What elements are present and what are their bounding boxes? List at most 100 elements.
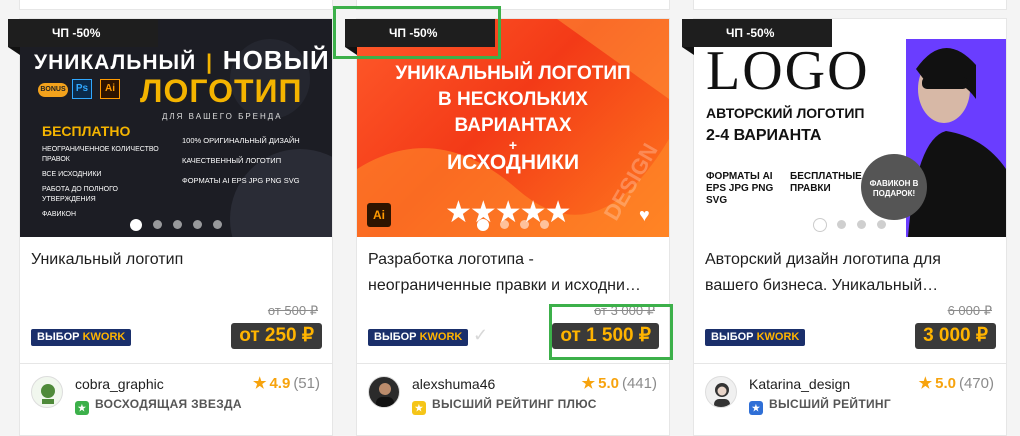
choice-brand: KWORK: [756, 331, 800, 343]
avatar[interactable]: [705, 376, 737, 408]
card-title-link[interactable]: Авторский дизайн логотипа для вашего биз…: [705, 247, 995, 299]
photoshop-icon: Ps: [72, 79, 92, 99]
previous-row-card-edge: [693, 0, 1007, 10]
rating-value: 5.0: [598, 375, 619, 392]
card-cover-image[interactable]: LOGO АВТОРСКИЙ ЛОГОТИП 2-4 ВАРИАНТА ФОРМ…: [694, 19, 1006, 237]
cover-text: БЕСПЛАТНЫЕ ПРАВКИ: [790, 171, 862, 194]
avatar[interactable]: [31, 376, 63, 408]
choice-label: ВЫБОР: [37, 331, 80, 343]
star-icon: ★: [253, 375, 267, 392]
reviews-count: (51): [293, 375, 320, 392]
seller-level: ★ ВЫСШИЙ РЕЙТИНГ: [749, 397, 891, 415]
divider: [694, 363, 1006, 364]
brand-mark-icon: ♥: [639, 205, 650, 225]
cover-text: УНИКАЛЬНЫЙ: [34, 51, 197, 74]
cover-text: РАБОТА ДО ПОЛНОГО УТВЕРЖДЕНИЯ: [42, 186, 118, 203]
reviews-count: (441): [621, 375, 657, 392]
cobra-avatar-icon: [41, 384, 55, 404]
kwork-choice-badge: ВЫБОР KWORK: [31, 329, 132, 346]
bonus-icon: BONUS: [38, 83, 68, 97]
card-title-link[interactable]: Разработка логотипа - неограниченные пра…: [368, 247, 658, 299]
discount-badge: ЧП -50%: [345, 19, 495, 55]
cover-text: ВСЕ ИСХОДНИКИ: [42, 171, 102, 178]
carousel-dot[interactable]: [193, 220, 202, 229]
choice-label: ВЫБОР: [374, 331, 417, 343]
kwork-card[interactable]: ЧП -50% УНИКАЛЬНЫЙ | НОВЫЙ BONUS Ps Ai Л…: [8, 18, 333, 436]
cover-text: ФАВИКОН: [42, 211, 77, 218]
choice-brand: KWORK: [419, 331, 463, 343]
cover-text: КАЧЕСТВЕННЫЙ ЛОГОТИП: [182, 156, 282, 165]
cover-text: ЛОГОТИП: [140, 73, 303, 109]
carousel-dot[interactable]: [173, 220, 182, 229]
carousel-dot[interactable]: [520, 220, 529, 229]
cover-text: ФАВИКОН В ПОДАРОК!: [869, 179, 919, 198]
previous-row-card-edge: [19, 0, 333, 10]
rating-value: 5.0: [935, 375, 956, 392]
star-icon: ★: [918, 375, 933, 392]
carousel-dot[interactable]: [814, 219, 826, 231]
carousel-dot[interactable]: [500, 220, 509, 229]
seller-level-label: ВЫСШИЙ РЕЙТИНГ ПЛЮС: [432, 397, 597, 411]
seller-username-link[interactable]: alexshuma46: [412, 376, 495, 392]
old-price: от 3 000 ₽: [594, 303, 655, 318]
cover-text: LOGO: [706, 40, 870, 102]
seller-rating: ★ 5.0 (441): [582, 374, 657, 392]
seller-rating: ★ 5.0 (470): [919, 374, 994, 392]
seller-level-label: ВЫСШИЙ РЕЙТИНГ: [769, 397, 891, 411]
illustrator-icon: Ai: [100, 79, 120, 99]
cover-text: 100% ОРИГИНАЛЬНЫЙ ДИЗАЙН: [182, 136, 300, 145]
divider: [20, 363, 332, 364]
carousel-dots[interactable]: [477, 219, 549, 231]
price: от 1 500 ₽: [552, 323, 659, 349]
cover-text: ДЛЯ ВАШЕГО БРЕНДА: [162, 112, 283, 121]
reviews-count: (470): [958, 375, 994, 392]
seller-username-link[interactable]: cobra_graphic: [75, 376, 164, 392]
seller-level: ★ ВОСХОДЯЩАЯ ЗВЕЗДА: [75, 397, 242, 415]
carousel-dot[interactable]: [540, 220, 549, 229]
star-icon: ★: [581, 375, 596, 392]
cover-text: 2-4 ВАРИАНТА: [706, 127, 822, 144]
card-title-link[interactable]: Уникальный логотип: [31, 247, 321, 299]
kwork-card[interactable]: ЧП -50% УНИКАЛЬНЫЙ ЛОГОТИП В НЕСКОЛЬКИХ …: [345, 18, 670, 436]
cover-text: БЕСПЛАТНО: [42, 123, 131, 139]
avatar[interactable]: [368, 376, 400, 408]
rating-value: 4.9: [269, 375, 291, 392]
seller-level-label: ВОСХОДЯЩАЯ ЗВЕЗДА: [95, 397, 242, 411]
choice-brand: KWORK: [82, 331, 126, 343]
rising-star-icon: ★: [75, 401, 89, 415]
seller-level: ★ ВЫСШИЙ РЕЙТИНГ ПЛЮС: [412, 397, 597, 415]
person-avatar-icon: [376, 383, 394, 407]
discount-badge: ЧП -50%: [682, 19, 832, 55]
cover-text: УНИКАЛЬНЫЙ ЛОГОТИП: [395, 63, 631, 84]
seller-username-link[interactable]: Katarina_design: [749, 376, 850, 392]
discount-badge: ЧП -50%: [8, 19, 158, 55]
carousel-dot[interactable]: [130, 219, 142, 231]
checkmark-icon: ✓: [473, 325, 489, 345]
cover-text: ВАРИАНТАХ: [454, 115, 572, 136]
carousel-dots[interactable]: [814, 219, 886, 231]
card-cover-image[interactable]: УНИКАЛЬНЫЙ ЛОГОТИП В НЕСКОЛЬКИХ ВАРИАНТА…: [357, 19, 669, 237]
cover-text: В НЕСКОЛЬКИХ: [438, 89, 588, 110]
cover-text: ФОРМАТЫ AI EPS JPG PNG SVG: [706, 171, 774, 206]
cover-text: ФОРМАТЫ AI EPS JPG PNG SVG: [182, 176, 300, 185]
old-price: 6 000 ₽: [947, 303, 992, 318]
carousel-dot[interactable]: [213, 220, 222, 229]
cover-text: НЕОГРАНИЧЕННОЕ КОЛИЧЕСТВО ПРАВОК: [42, 146, 159, 163]
carousel-dot[interactable]: [857, 220, 866, 229]
carousel-dot[interactable]: [877, 220, 886, 229]
old-price: от 500 ₽: [267, 303, 318, 318]
top-rated-plus-icon: ★: [412, 401, 426, 415]
carousel-dot[interactable]: [477, 219, 489, 231]
price: от 250 ₽: [231, 323, 322, 349]
cover-text: АВТОРСКИЙ ЛОГОТИП: [706, 105, 865, 121]
cover-text: НОВЫЙ: [222, 45, 330, 75]
carousel-dot[interactable]: [837, 220, 846, 229]
carousel-dot[interactable]: [153, 220, 162, 229]
divider: [357, 363, 669, 364]
kwork-card[interactable]: ЧП -50% LOGO АВТОРСКИЙ ЛОГОТИП 2-4 ВАРИА…: [682, 18, 1007, 436]
carousel-dots[interactable]: [130, 219, 222, 231]
kwork-choice-badge: ВЫБОР KWORK: [368, 329, 469, 346]
price: 3 000 ₽: [915, 323, 996, 349]
kwork-choice-badge: ВЫБОР KWORK: [705, 329, 806, 346]
card-cover-image[interactable]: УНИКАЛЬНЫЙ | НОВЫЙ BONUS Ps Ai ЛОГОТИП Д…: [20, 19, 332, 237]
